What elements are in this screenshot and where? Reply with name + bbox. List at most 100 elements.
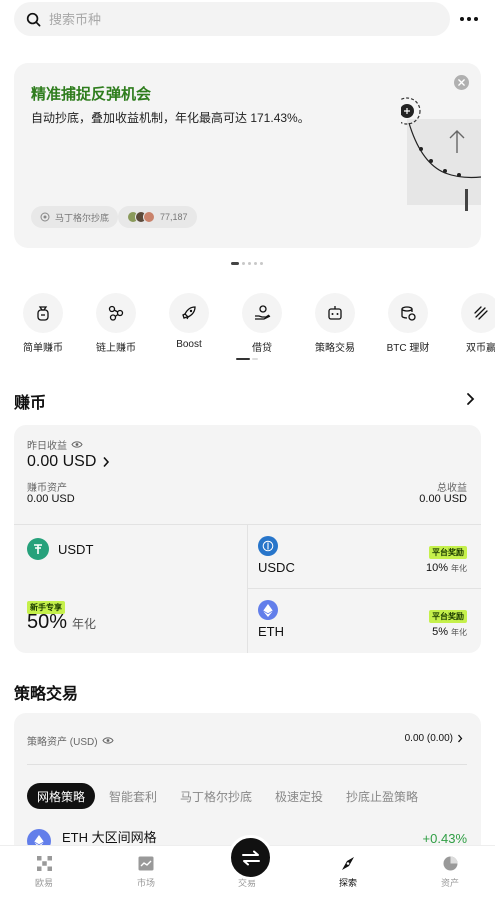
assets-value: 0.00 USD <box>27 493 75 505</box>
close-icon <box>458 79 465 86</box>
banner-subtitle: 自动抄底，叠加收益机制，年化最高可达 171.43%。 <box>31 111 310 125</box>
search-bar[interactable] <box>14 2 450 36</box>
chevron-right-icon <box>103 456 110 468</box>
chevron-right-icon <box>458 734 463 743</box>
btc-stack-icon <box>401 306 416 321</box>
nav-explore[interactable]: 探索 <box>318 854 378 889</box>
quick-label: 链上赚币 <box>96 343 136 353</box>
search-row <box>14 2 481 36</box>
rocket-icon <box>182 306 196 320</box>
platform-reward-badge: 平台奖励 <box>429 610 467 623</box>
total-value: 0.00 USD <box>419 493 467 505</box>
quick-strategy[interactable]: 策略交易 <box>299 293 371 353</box>
carousel-dot[interactable] <box>231 262 239 265</box>
chart-icon <box>138 856 154 870</box>
eth-apy: 5% <box>432 626 448 638</box>
usdc-icon <box>258 536 278 556</box>
nav-home[interactable]: 欧易 <box>14 854 74 889</box>
trade-button[interactable] <box>228 835 273 880</box>
tab-grid-strategy[interactable]: 网格策略 <box>27 783 96 809</box>
usdc-name: USDC <box>258 560 295 575</box>
nav-label: 欧易 <box>34 878 53 888</box>
carousel-indicator <box>231 262 263 265</box>
nav-assets[interactable]: 资产 <box>420 854 480 889</box>
nav-market[interactable]: 市场 <box>116 854 176 889</box>
yesterday-label: 昨日收益 <box>27 441 67 452</box>
apy-unit: 年化 <box>451 564 467 573</box>
quick-dual-coin[interactable]: 双币赢 <box>445 293 495 353</box>
quick-onchain-earn[interactable]: 链上赚币 <box>80 293 152 353</box>
quick-label: 双币赢 <box>466 343 495 353</box>
carousel-dot[interactable] <box>260 262 263 265</box>
search-icon <box>26 12 41 26</box>
okx-logo-icon <box>36 855 52 871</box>
quick-simple-earn[interactable]: 简单赚币 <box>14 293 79 353</box>
platform-reward-badge: 平台奖励 <box>429 546 467 559</box>
earn-card: 昨日收益 0.00 USD 赚币资产 0.00 USD 总收益 0.00 USD… <box>14 425 481 653</box>
pie-chart-icon <box>443 856 457 870</box>
strategy-item-name: ETH 大区间网格 <box>62 829 157 845</box>
usdt-name: USDT <box>58 541 94 557</box>
strategy-assets-label: 策略资产 (USD) <box>27 737 98 748</box>
loan-hand-icon <box>255 305 271 320</box>
strategy-assets-value-row[interactable]: 0.00 (0.00) <box>405 733 463 744</box>
banner-close-button[interactable] <box>454 75 469 90</box>
promo-banner[interactable]: 精准捕捉反弹机会 自动抄底，叠加收益机制，年化最高可达 171.43%。 马丁格… <box>14 63 481 248</box>
apy-unit: 年化 <box>72 617 97 631</box>
quick-label: 借贷 <box>252 343 272 353</box>
strategy-section-title: 策略交易 <box>14 686 79 703</box>
banner-title: 精准捕捉反弹机会 <box>31 86 152 103</box>
tab-dip-take-profit[interactable]: 抄底止盈策略 <box>346 783 418 809</box>
dual-coin-icon <box>474 306 488 320</box>
assets-label: 赚币资产 <box>27 483 67 494</box>
chain-nodes-icon <box>108 305 124 321</box>
more-dots-icon <box>460 17 478 21</box>
chevron-right-icon[interactable] <box>466 392 475 406</box>
more-menu-button[interactable] <box>457 7 481 31</box>
quick-label: BTC 理财 <box>386 343 430 353</box>
usdt-apy: 50% <box>27 611 68 633</box>
eth-icon <box>258 600 278 620</box>
earn-section-title: 赚币 <box>14 395 47 412</box>
quick-btc-finance[interactable]: BTC 理财 <box>372 293 444 353</box>
compass-icon <box>342 856 354 870</box>
carousel-dot[interactable] <box>254 262 257 265</box>
strategy-assets-row: 策略资产 (USD) <box>27 733 114 748</box>
carousel-dot[interactable] <box>242 262 245 265</box>
user-avatars <box>127 211 155 223</box>
bot-icon <box>40 212 50 222</box>
strategy-assets-value: 0.00 (0.00) <box>404 733 453 744</box>
quick-loan[interactable]: 借贷 <box>226 293 298 353</box>
tab-quick-dca[interactable]: 极速定投 <box>275 783 323 809</box>
avatar <box>143 211 155 223</box>
quick-actions: 简单赚币 链上赚币 Boost 借贷 策略交易 BTC 理财 双币赢 <box>14 293 495 353</box>
quick-boost[interactable]: Boost <box>153 293 225 350</box>
tab-smart-arbitrage[interactable]: 智能套利 <box>109 783 157 809</box>
quick-scroll-indicator <box>236 358 258 360</box>
eye-icon[interactable] <box>101 736 114 745</box>
quick-label: Boost <box>176 339 202 350</box>
product-usdc[interactable]: USDC 平台奖励 10% 年化 <box>248 525 481 588</box>
total-label: 总收益 <box>437 483 467 494</box>
apy-unit: 年化 <box>451 628 467 637</box>
search-input[interactable] <box>49 11 409 27</box>
nav-label: 探索 <box>338 878 357 888</box>
carousel-dot[interactable] <box>248 262 251 265</box>
usdc-apy: 10% <box>425 562 448 574</box>
bot-chip[interactable]: 马丁格尔抄底 <box>31 206 119 228</box>
users-chip: 77,187 <box>118 206 197 228</box>
bot-chip-label: 马丁格尔抄底 <box>55 212 110 223</box>
divider <box>27 764 467 765</box>
robot-icon <box>328 306 342 320</box>
eth-name: ETH <box>258 624 284 639</box>
tab-martingale[interactable]: 马丁格尔抄底 <box>180 783 252 809</box>
usdt-icon <box>27 538 49 560</box>
eye-icon[interactable] <box>71 440 83 449</box>
product-usdt[interactable]: USDT 新手专享 50% 年化 <box>14 525 247 653</box>
quick-label: 简单赚币 <box>23 343 63 353</box>
nav-label: 资产 <box>440 878 459 888</box>
product-eth[interactable]: ETH 平台奖励 5% 年化 <box>248 589 481 653</box>
yesterday-value-row[interactable]: 0.00 USD <box>27 453 110 471</box>
money-bag-icon <box>37 306 49 321</box>
quick-label: 策略交易 <box>315 343 355 353</box>
